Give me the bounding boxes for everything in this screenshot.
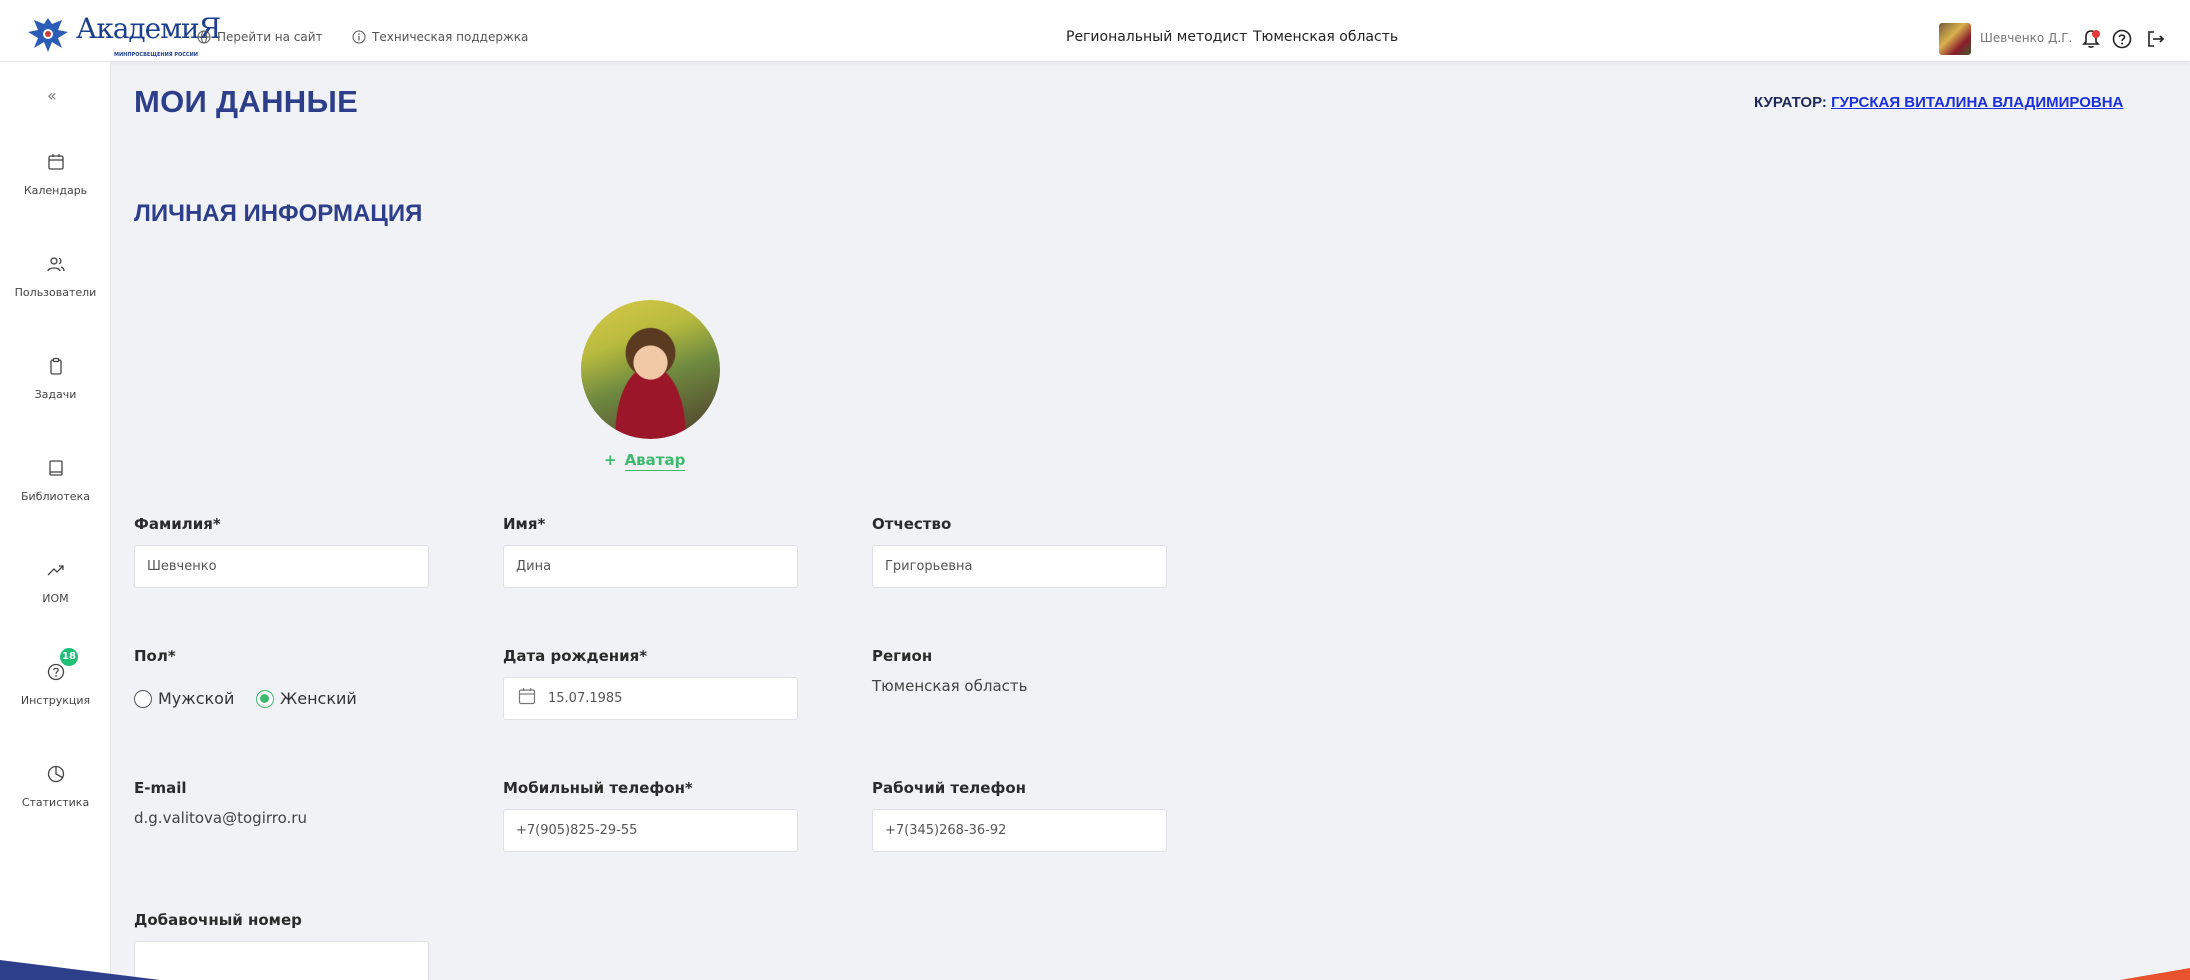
add-avatar-button[interactable]: + Аватар	[604, 451, 686, 471]
sidebar-item-label: Библиотека	[21, 490, 90, 503]
logo[interactable]: АкадемиЯ МИНПРОСВЕЩЕНИЯ РОССИИ	[24, 12, 221, 58]
notification-dot	[2092, 30, 2100, 38]
help-icon[interactable]	[2111, 28, 2133, 50]
gender-label: Пол*	[134, 647, 176, 665]
birth-date-field[interactable]	[503, 677, 798, 720]
curator-label: КУРАТОР:	[1754, 94, 1827, 111]
mobile-phone-field[interactable]	[503, 809, 798, 852]
email-label: E-mail	[134, 779, 187, 797]
info-icon	[352, 30, 366, 44]
globe-icon	[197, 30, 211, 44]
tech-support-link[interactable]: Техническая поддержка	[352, 30, 528, 44]
sidebar-item-users[interactable]: Пользователи	[0, 254, 111, 299]
book-icon	[48, 460, 63, 476]
sidebar-item-label: Задачи	[34, 388, 77, 401]
work-phone-label: Рабочий телефон	[872, 779, 1027, 797]
go-to-site-link[interactable]: Перейти на сайт	[197, 30, 323, 44]
region-label: Регион	[872, 647, 933, 665]
region-value: Тюменская область	[872, 677, 1028, 695]
last-name-label: Фамилия*	[134, 515, 221, 533]
sidebar-item-calendar[interactable]: Календарь	[0, 152, 111, 197]
logo-subtext: МИНПРОСВЕЩЕНИЯ РОССИИ	[114, 52, 198, 58]
users-icon	[46, 257, 65, 272]
gender-female-radio[interactable]: Женский	[256, 689, 357, 708]
curator-link[interactable]: ГУРСКАЯ ВИТАЛИНА ВЛАДИМИРОВНА	[1831, 94, 2123, 111]
calendar-icon	[47, 154, 64, 170]
gender-male-radio[interactable]: Мужской	[134, 689, 234, 708]
go-to-site-label: Перейти на сайт	[217, 30, 323, 44]
profile-avatar	[581, 300, 720, 439]
sidebar-item-statistics[interactable]: Статистика	[0, 764, 111, 809]
logout-icon[interactable]	[2145, 28, 2167, 50]
last-name-field[interactable]	[134, 545, 429, 588]
radio-circle	[134, 689, 152, 708]
plus-icon: +	[604, 451, 617, 469]
extension-label: Добавочный номер	[134, 911, 302, 929]
page-title: МОИ ДАННЫЕ	[134, 84, 359, 119]
eagle-emblem-icon	[28, 18, 68, 52]
top-bar: АкадемиЯ МИНПРОСВЕЩЕНИЯ РОССИИ Перейти н…	[0, 6, 2190, 62]
email-value: d.g.valitova@togirro.ru	[134, 809, 307, 827]
sidebar-item-label: Календарь	[23, 184, 88, 197]
curator-info: КУРАТОР: ГУРСКАЯ ВИТАЛИНА ВЛАДИМИРОВНА	[1754, 94, 2123, 111]
user-role: Региональный методист	[1066, 29, 1248, 45]
patronymic-label: Отчество	[872, 515, 952, 533]
decorative-corner-right	[2120, 968, 2190, 980]
work-phone-field[interactable]	[872, 809, 1167, 852]
sidebar-item-tasks[interactable]: Задачи	[0, 356, 111, 401]
user-name[interactable]: Шевченко Д.Г.	[1980, 31, 2072, 45]
add-avatar-label: Аватар	[624, 451, 686, 471]
section-title: ЛИЧНАЯ ИНФОРМАЦИЯ	[134, 200, 423, 227]
first-name-field[interactable]	[503, 545, 798, 588]
sidebar-item-label: Статистика	[21, 796, 90, 809]
decorative-corner-left	[0, 960, 160, 980]
sidebar-item-label: Инструкция	[20, 694, 91, 707]
sidebar: « Календарь Пользователи Задачи Библиоте…	[0, 62, 111, 980]
clipboard-icon	[49, 357, 62, 375]
pie-chart-icon	[47, 765, 64, 783]
sidebar-item-library[interactable]: Библиотека	[0, 458, 111, 503]
patronymic-field[interactable]	[872, 545, 1167, 588]
extension-field[interactable]	[134, 941, 429, 980]
collapse-sidebar-button[interactable]: «	[47, 86, 57, 105]
gender-female-label: Женский	[280, 689, 357, 708]
sidebar-item-iom[interactable]: ИОМ	[0, 560, 111, 605]
trend-icon	[47, 565, 64, 576]
question-icon	[47, 663, 64, 681]
birth-date-label: Дата рождения*	[503, 647, 648, 665]
calendar-icon	[518, 688, 536, 705]
sidebar-item-label: ИОМ	[42, 592, 69, 605]
user-avatar[interactable]	[1939, 23, 1971, 55]
gender-male-label: Мужской	[158, 689, 235, 708]
instructions-badge: 18	[60, 648, 78, 666]
first-name-label: Имя*	[503, 515, 546, 533]
user-region: Тюменская область	[1253, 29, 1399, 45]
mobile-phone-label: Мобильный телефон*	[503, 779, 693, 797]
sidebar-item-label: Пользователи	[14, 286, 97, 299]
sidebar-item-instructions[interactable]: 18 Инструкция	[0, 648, 111, 707]
radio-circle-checked	[256, 689, 274, 708]
tech-support-label: Техническая поддержка	[372, 30, 529, 44]
